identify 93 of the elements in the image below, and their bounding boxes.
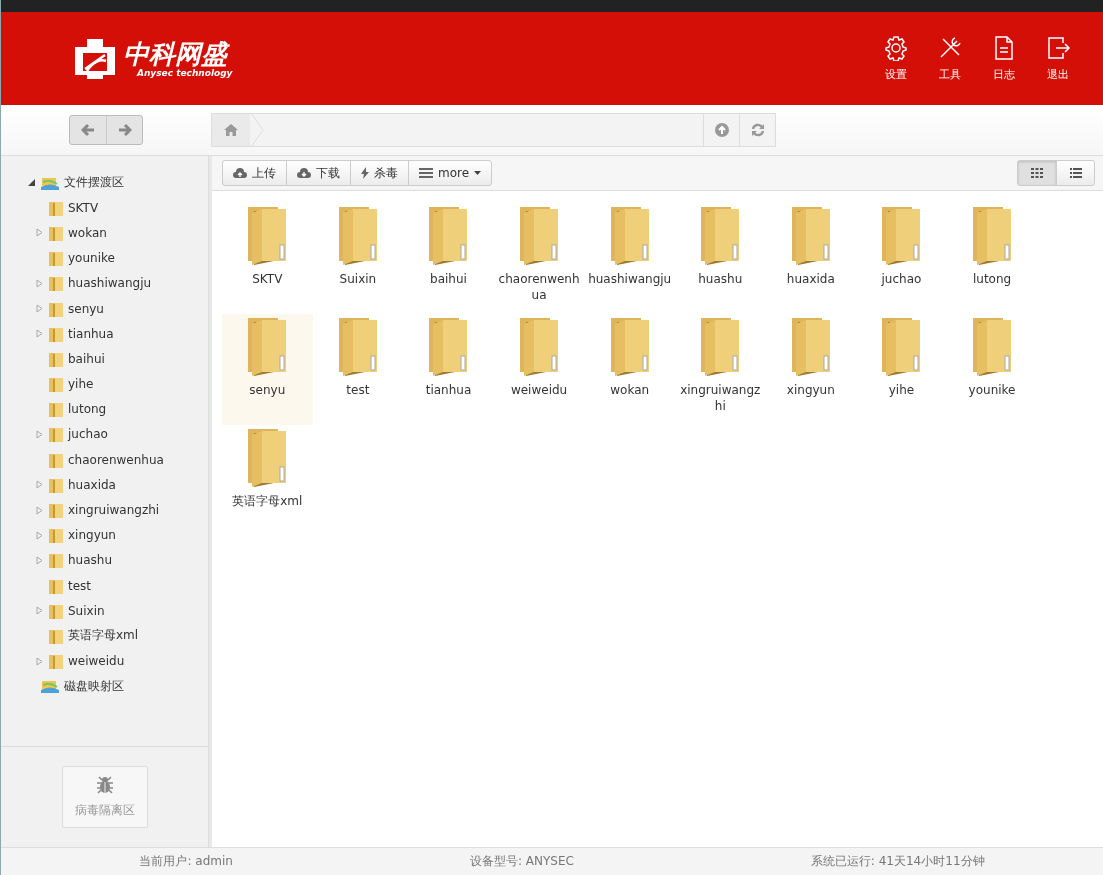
cloud-download-icon xyxy=(297,167,311,179)
tree-item[interactable]: weiweidu xyxy=(1,648,208,674)
folder-icon xyxy=(49,627,63,644)
folder-item[interactable]: baihui xyxy=(403,203,494,314)
refresh-icon xyxy=(749,123,766,137)
upload-button[interactable]: 上传 xyxy=(223,161,286,185)
folder-icon xyxy=(49,275,63,292)
folder-item[interactable]: younike xyxy=(946,314,1038,425)
list-icon xyxy=(419,168,433,178)
drive-icon xyxy=(41,679,59,694)
folder-icon xyxy=(49,401,63,418)
back-arrow-icon xyxy=(81,123,95,137)
drive-icon xyxy=(41,175,59,190)
folder-item[interactable]: test xyxy=(312,314,404,425)
folder-icon xyxy=(49,451,63,468)
folder-icon xyxy=(49,426,63,443)
tree-item[interactable]: 英语字母xml xyxy=(1,623,208,649)
folder-icon xyxy=(49,250,63,267)
folder-icon xyxy=(49,502,63,519)
logo-name: 中科网盛 xyxy=(123,39,233,68)
up-arrow-icon xyxy=(714,123,729,137)
home-icon xyxy=(224,124,238,136)
tree-item[interactable]: 磁盘映射区 xyxy=(1,673,208,699)
tree-item[interactable]: younike xyxy=(1,245,208,271)
download-button[interactable]: 下载 xyxy=(286,161,350,185)
tree-item[interactable]: SKTV xyxy=(1,195,208,221)
folder-icon xyxy=(49,527,63,544)
folder-item[interactable]: Suixin xyxy=(312,203,404,314)
grid-view-button[interactable] xyxy=(1018,161,1056,185)
home-button[interactable] xyxy=(212,114,250,146)
status-text: 系统已运行: 41天14小时11分钟 xyxy=(810,853,985,870)
folder-icon xyxy=(49,602,63,619)
folder-item[interactable]: huaxida xyxy=(765,203,857,314)
tree-item[interactable]: Suixin xyxy=(1,598,208,624)
folder-icon xyxy=(49,577,63,594)
folder-icon xyxy=(49,350,63,367)
tree-item[interactable]: baihui xyxy=(1,346,208,372)
tree-item[interactable]: 文件摆渡区 xyxy=(1,170,208,196)
tree-item[interactable]: juchao xyxy=(1,421,208,448)
tools-button[interactable]: 工具 xyxy=(933,35,967,82)
settings-icon xyxy=(883,35,909,61)
folder-icon xyxy=(49,476,63,493)
tree-item[interactable]: yihe xyxy=(1,371,208,397)
grid-icon xyxy=(1031,168,1043,178)
expand-arrow-icon[interactable] xyxy=(28,179,35,187)
lightning-icon xyxy=(361,167,369,179)
logout-button[interactable]: 退出 xyxy=(1041,35,1075,82)
folder-item[interactable]: weiweidu xyxy=(493,314,585,425)
folder-icon xyxy=(49,325,63,342)
folder-icon xyxy=(49,552,63,569)
tree-item[interactable]: huashu xyxy=(1,547,208,573)
folder-item[interactable]: wokan xyxy=(584,314,675,425)
more-button[interactable]: more xyxy=(408,161,492,185)
status-text: 设备型号: ANYSEC xyxy=(469,853,574,870)
folder-icon xyxy=(49,199,63,216)
document-button[interactable]: 日志 xyxy=(987,35,1021,82)
cloud-upload-icon xyxy=(233,167,247,179)
folder-item[interactable]: huashu xyxy=(674,203,766,314)
folder-item[interactable]: xingyun xyxy=(765,314,857,425)
tree-item[interactable]: senyu xyxy=(1,295,208,322)
folder-icon xyxy=(49,224,63,241)
folder-item[interactable]: xingruiwangzhi xyxy=(674,314,766,425)
exit-icon xyxy=(1045,35,1071,61)
tree-item[interactable]: xingyun xyxy=(1,522,208,548)
tree-item[interactable]: tianhua xyxy=(1,321,208,347)
tree-item[interactable]: lutong xyxy=(1,396,208,422)
status-text: 当前用户: admin xyxy=(139,853,233,870)
tree-item[interactable]: test xyxy=(1,573,208,599)
folder-item[interactable]: juchao xyxy=(856,203,947,314)
folder-item[interactable]: SKTV xyxy=(222,203,313,314)
gear-button[interactable]: 设置 xyxy=(879,35,913,82)
tree-item[interactable]: xingruiwangzhi xyxy=(1,497,208,523)
folder-item[interactable]: tianhua xyxy=(403,314,494,425)
logo-tagline: Anysec technology xyxy=(137,67,233,78)
bug-icon xyxy=(95,775,114,794)
folder-item[interactable]: 英语字母xml xyxy=(222,425,313,536)
folder-item[interactable]: senyu xyxy=(222,314,313,425)
folder-icon xyxy=(49,653,63,670)
scan-button[interactable]: 杀毒 xyxy=(350,161,408,185)
folder-item[interactable]: chaorenwenhua xyxy=(493,203,585,314)
forward-arrow-icon xyxy=(117,123,132,137)
folder-icon xyxy=(49,300,63,317)
folder-item[interactable]: yihe xyxy=(856,314,947,425)
tree-item[interactable]: chaorenwenhua xyxy=(1,447,208,473)
folder-icon xyxy=(49,376,63,393)
logo-icon xyxy=(73,36,117,81)
folder-item[interactable]: huashiwangju xyxy=(584,203,675,314)
caret-icon xyxy=(474,171,482,175)
folder-item[interactable]: lutong xyxy=(946,203,1038,314)
tree-item[interactable]: wokan xyxy=(1,220,208,246)
list-icon xyxy=(1069,168,1082,178)
tree-item[interactable]: huashiwangju xyxy=(1,270,208,296)
tree-item[interactable]: huaxida xyxy=(1,472,208,498)
